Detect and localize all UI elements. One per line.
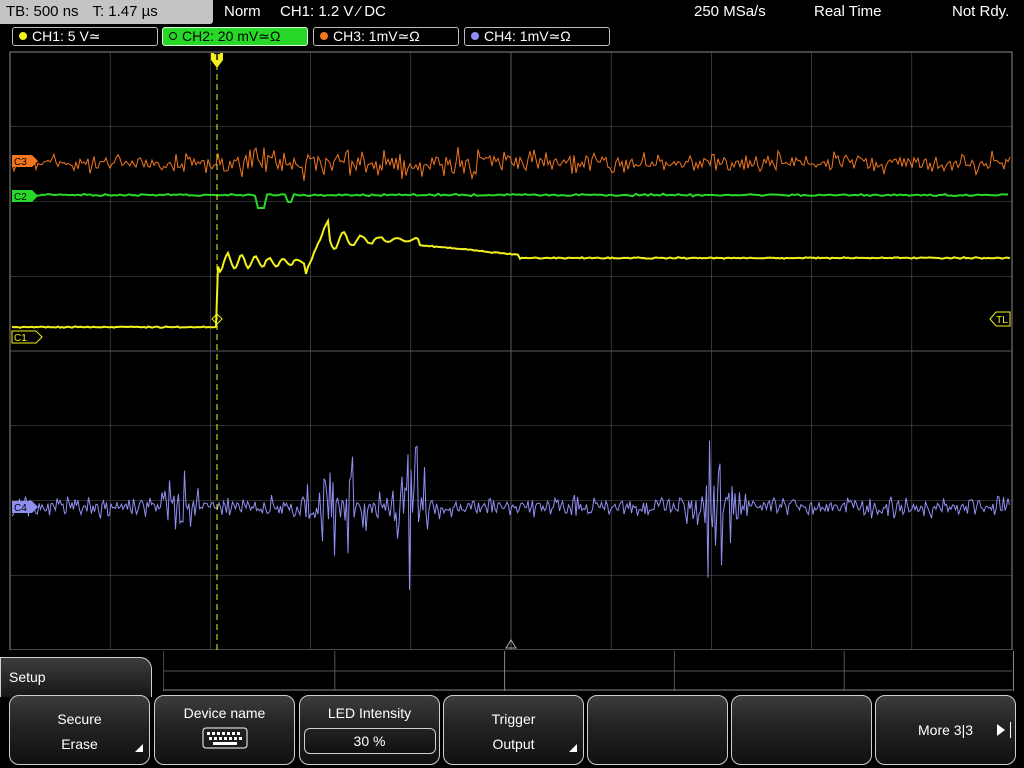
channel-tab-ch1[interactable]: CH1: 5 V≃ xyxy=(12,27,158,46)
trigger-mode[interactable]: Norm xyxy=(224,0,261,24)
softkey-label: Secure xyxy=(57,711,102,727)
channel-tab-ch2[interactable]: CH2: 20 mV≃Ω xyxy=(162,27,308,46)
softkey-empty-6[interactable] xyxy=(731,695,872,765)
sample-rate: 250 MSa/s xyxy=(694,3,766,20)
arrow-bar-icon xyxy=(1010,722,1011,738)
secure-erase-button[interactable]: Secure Erase xyxy=(9,695,150,765)
softkey-label: Erase xyxy=(61,736,98,752)
softkey-label: Output xyxy=(492,736,535,752)
waveform-display[interactable]: T TL C1 C2 C3 C4 xyxy=(0,50,1024,650)
ch3-offset-marker[interactable]: C3 xyxy=(12,155,38,168)
trigger-position-marker[interactable]: T xyxy=(211,52,223,68)
graticule-grid xyxy=(10,52,1012,650)
channel-tab-label: CH4: 1mV≃Ω xyxy=(484,28,571,44)
ch4-marker-label: C4 xyxy=(14,503,27,514)
submenu-corner-icon xyxy=(569,744,577,752)
ch1-marker-label: C1 xyxy=(14,333,27,344)
ch2-marker-label: C2 xyxy=(14,192,27,203)
ch3-marker-label: C3 xyxy=(14,157,27,168)
softkey-label: Device name xyxy=(183,705,266,721)
setup-menu-tab[interactable]: Setup xyxy=(0,657,152,697)
device-name-button[interactable]: Device name xyxy=(154,695,295,765)
trigger-level-marker[interactable]: TL xyxy=(989,311,1011,327)
acquisition-mode: Real Time xyxy=(814,3,882,20)
ch2-offset-marker[interactable]: C2 xyxy=(12,190,38,203)
keyboard-icon xyxy=(202,727,247,749)
timebase-box[interactable]: TB: 500 ns T: 1.47 µs xyxy=(0,0,213,24)
softkey-label: Trigger xyxy=(491,711,536,727)
trigger-info[interactable]: CH1: 1.2 V ⁄ DC xyxy=(280,0,386,24)
channel-tab-label: CH2: 20 mV≃Ω xyxy=(182,28,281,44)
led-intensity-value[interactable]: 30 % xyxy=(303,728,436,754)
submenu-corner-icon xyxy=(135,744,143,752)
ch1-offset-marker[interactable]: C1 xyxy=(11,330,43,344)
led-intensity-button[interactable]: LED Intensity 30 % xyxy=(299,695,440,765)
ch4-dot-icon xyxy=(471,32,479,40)
status-bar: TB: 500 ns T: 1.47 µs Norm CH1: 1.2 V ⁄ … xyxy=(0,0,1024,24)
softkey-label: LED Intensity xyxy=(327,705,412,721)
more-button[interactable]: More 3|3 xyxy=(875,695,1016,765)
timebase-value: TB: 500 ns xyxy=(6,3,79,20)
ch1-dot-icon xyxy=(19,32,27,40)
ch4-offset-marker[interactable]: C4 xyxy=(12,501,38,514)
ch3-dot-icon xyxy=(320,32,328,40)
trigger-output-button[interactable]: Trigger Output xyxy=(443,695,584,765)
ch2-trace xyxy=(11,192,1009,209)
trigger-marker-label: T xyxy=(214,52,220,63)
trigger-time-value: T: 1.47 µs xyxy=(92,3,158,20)
channel-tabs: CH1: 5 V≃ CH2: 20 mV≃Ω CH3: 1mV≃Ω CH4: 1… xyxy=(0,27,1024,47)
channel-tab-label: CH3: 1mV≃Ω xyxy=(333,28,420,44)
trigger-level-label: TL xyxy=(996,315,1008,326)
ch2-dot-icon xyxy=(169,32,177,40)
softkey-bar: Secure Erase Device name LED Intensity 3… xyxy=(0,695,1024,768)
channel-tab-ch4[interactable]: CH4: 1mV≃Ω xyxy=(464,27,610,46)
next-page-arrow-icon xyxy=(997,724,1005,736)
channel-tab-ch3[interactable]: CH3: 1mV≃Ω xyxy=(313,27,459,46)
channel-tab-label: CH1: 5 V≃ xyxy=(32,28,101,44)
acquisition-state: Not Rdy. xyxy=(952,3,1010,20)
softkey-label: More 3|3 xyxy=(918,722,973,738)
setup-menu-label: Setup xyxy=(9,669,46,685)
softkey-empty-5[interactable] xyxy=(587,695,728,765)
zoom-strip xyxy=(163,651,1014,691)
